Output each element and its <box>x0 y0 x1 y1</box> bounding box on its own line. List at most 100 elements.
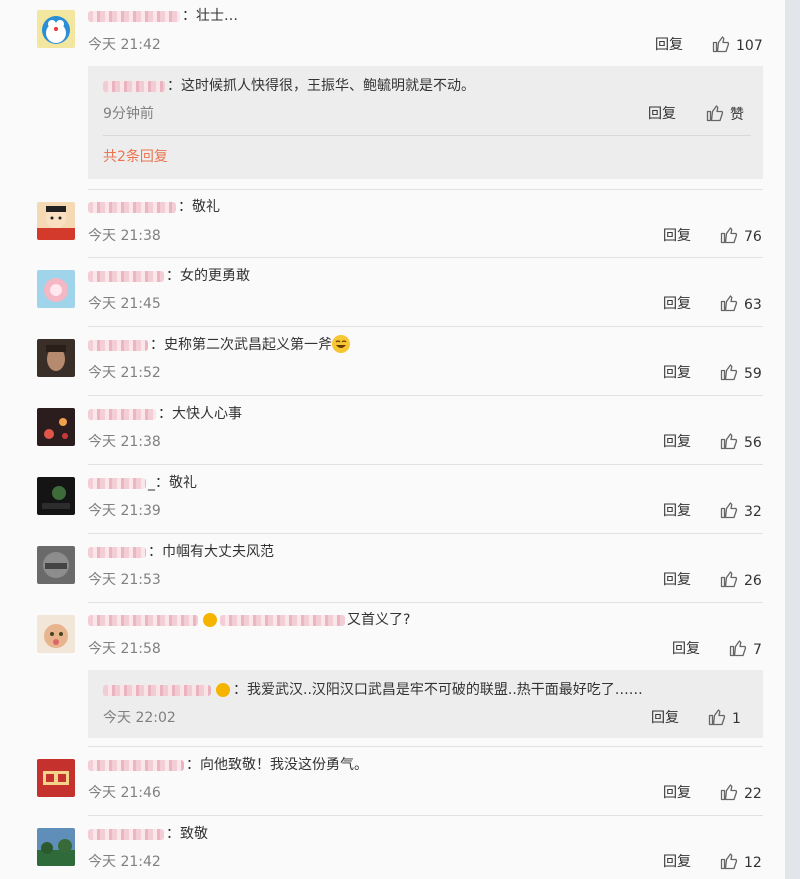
reply-button[interactable]: 回复 <box>663 501 691 521</box>
avatar[interactable] <box>37 10 75 48</box>
like-button[interactable]: 22 <box>720 783 762 804</box>
blurred-username[interactable] <box>103 80 165 92</box>
like-button[interactable]: 32 <box>720 501 762 522</box>
reply-line: ：这时候抓人快得很，王振华、鲍毓明就是不动。 <box>103 76 475 96</box>
blurred-username[interactable] <box>88 10 180 22</box>
vip-badge-icon <box>203 613 217 627</box>
reply-button[interactable]: 回复 <box>663 783 691 803</box>
reply-button[interactable]: 回复 <box>655 35 683 55</box>
thumb-up-icon <box>720 364 738 381</box>
like-count: 76 <box>744 229 762 245</box>
like-button[interactable]: 26 <box>720 570 762 591</box>
like-count: 26 <box>744 573 762 589</box>
more-replies-link[interactable]: 共2条回复 <box>103 147 168 167</box>
reply-button[interactable]: 回复 <box>672 639 700 659</box>
like-button[interactable]: 107 <box>712 35 763 56</box>
comment-item: ：史称第二次武昌起义第一斧 今天 21:52 回复 59 <box>0 327 785 396</box>
comment-time: 今天 21:53 <box>88 572 161 588</box>
comment-item: ：向他致敬！我没这份勇气。 今天 21:46 回复 22 <box>0 747 785 815</box>
reply-button[interactable]: 回复 <box>663 226 691 246</box>
thumb-up-icon <box>720 433 738 450</box>
comment-text: ：大快人心事 <box>158 406 242 422</box>
comment-line: _：敬礼 <box>88 473 197 493</box>
comment-time: 今天 21:38 <box>88 228 161 244</box>
blurred-username[interactable] <box>88 828 164 840</box>
comment-line: ：向他致敬！我没这份勇气。 <box>88 755 368 775</box>
like-count: 7 <box>753 642 762 658</box>
scrollbar-track[interactable] <box>785 0 800 879</box>
avatar[interactable] <box>37 615 75 653</box>
blurred-username[interactable] <box>88 477 146 489</box>
blurred-username[interactable] <box>88 759 184 771</box>
reply-button[interactable]: 回复 <box>663 294 691 314</box>
like-count: 63 <box>744 297 762 313</box>
avatar[interactable] <box>37 828 75 866</box>
comment-line: ：女的更勇敢 <box>88 266 250 286</box>
like-button[interactable]: 赞 <box>706 104 744 125</box>
reply-button[interactable]: 回复 <box>651 708 679 728</box>
avatar[interactable] <box>37 339 75 377</box>
blurred-username[interactable] <box>88 339 148 351</box>
vip-badge-icon <box>216 683 230 697</box>
comment-item: 又首义了? 今天 21:58 回复 7 ：我爱武汉..汉阳汉口武昌是牢不可破的联… <box>0 603 785 747</box>
avatar[interactable] <box>37 202 75 240</box>
blurred-username[interactable] <box>103 684 211 696</box>
reply-line: ：我爱武汉..汉阳汉口武昌是牢不可破的联盟..热干面最好吃了…… <box>103 680 643 700</box>
reply-button[interactable]: 回复 <box>663 363 691 383</box>
laughing-emoji-icon <box>332 335 350 353</box>
reply-button[interactable]: 回复 <box>663 852 691 872</box>
blurred-username[interactable] <box>88 614 198 626</box>
comment-text: ：敬礼 <box>178 199 220 215</box>
blurred-username[interactable] <box>88 201 176 213</box>
comment-time: 今天 21:58 <box>88 641 161 657</box>
comment-text: ：壮士… <box>182 8 238 24</box>
like-button[interactable]: 12 <box>720 852 762 873</box>
comment-item: ：致敬 今天 21:42 回复 12 <box>0 816 785 879</box>
like-button[interactable]: 56 <box>720 432 762 453</box>
comment-panel: ：壮士… 今天 21:42 回复 107 ：这时候抓人快得很，王振华、鲍毓明就是… <box>0 0 785 879</box>
like-button[interactable]: 76 <box>720 226 762 247</box>
thumb-up-icon <box>706 105 724 122</box>
comment-text: ：致敬 <box>166 826 208 842</box>
reply-button[interactable]: 回复 <box>648 104 676 124</box>
blurred-username[interactable] <box>88 546 146 558</box>
avatar[interactable] <box>37 546 75 584</box>
thumb-up-icon <box>720 502 738 519</box>
blurred-username[interactable] <box>88 408 156 420</box>
comment-time: 今天 21:45 <box>88 296 161 312</box>
like-button[interactable]: 59 <box>720 363 762 384</box>
comment-text: ：史称第二次武昌起义第一斧 <box>150 337 332 353</box>
comment-line: ：史称第二次武昌起义第一斧 <box>88 335 350 355</box>
reply-button[interactable]: 回复 <box>663 570 691 590</box>
avatar[interactable] <box>37 270 75 308</box>
reply-time: 今天 22:02 <box>103 710 176 726</box>
like-button[interactable]: 7 <box>729 639 762 660</box>
blurred-username[interactable] <box>88 270 164 282</box>
thumb-up-icon <box>708 709 726 726</box>
like-count: 12 <box>744 855 762 871</box>
like-button[interactable]: 1 <box>708 708 741 729</box>
comment-item: ：女的更勇敢 今天 21:45 回复 63 <box>0 258 785 327</box>
like-count: 22 <box>744 786 762 802</box>
comment-line: ：大快人心事 <box>88 404 242 424</box>
reply-time: 9分钟前 <box>103 106 154 122</box>
like-count: 56 <box>744 435 762 451</box>
comment-line: 又首义了? <box>88 610 410 630</box>
comment-item: ：巾帼有大丈夫风范 今天 21:53 回复 26 <box>0 534 785 603</box>
comment-line: ：致敬 <box>88 824 208 844</box>
avatar[interactable] <box>37 477 75 515</box>
avatar[interactable] <box>37 408 75 446</box>
like-count: 59 <box>744 366 762 382</box>
avatar[interactable] <box>37 759 75 797</box>
comment-time: 今天 21:42 <box>88 854 161 870</box>
thumb-up-icon <box>720 227 738 244</box>
like-button[interactable]: 63 <box>720 294 762 315</box>
blurred-mention[interactable] <box>220 614 345 626</box>
comment-line: ：壮士… <box>88 6 238 26</box>
comment-text: _：敬礼 <box>148 475 197 491</box>
comment-item: _：敬礼 今天 21:39 回复 32 <box>0 465 785 534</box>
separator <box>103 135 751 136</box>
reply-button[interactable]: 回复 <box>663 432 691 452</box>
reply-text: ：我爱武汉..汉阳汉口武昌是牢不可破的联盟..热干面最好吃了…… <box>233 682 643 698</box>
thumb-up-icon <box>712 36 730 53</box>
